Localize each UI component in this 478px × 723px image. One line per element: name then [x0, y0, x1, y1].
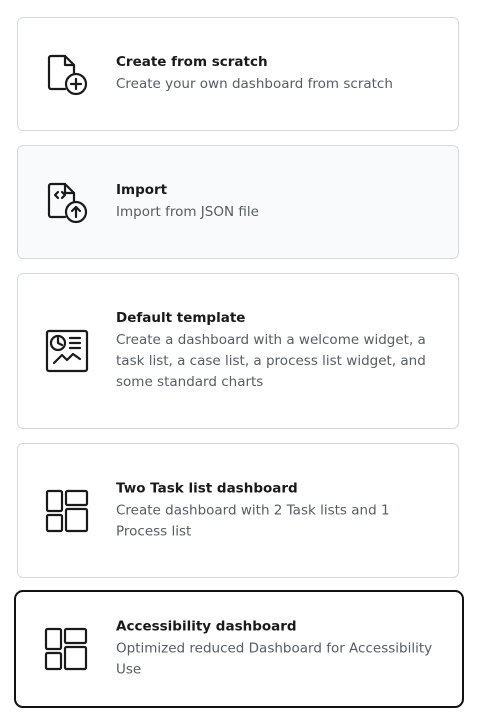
option-description: Optimized reduced Dashboard for Accessib… [116, 640, 433, 678]
option-two-task-list-dashboard[interactable]: Two Task list dashboard Create dashboard… [17, 443, 459, 578]
option-accessibility-dashboard[interactable]: Accessibility dashboard Optimized reduce… [14, 590, 464, 708]
option-title: Import [116, 182, 168, 198]
option-title: Default template [116, 310, 246, 326]
option-title: Create from scratch [116, 54, 268, 70]
file-plus-icon [45, 52, 89, 96]
analytics-board-icon [45, 329, 89, 373]
layout-grid-icon [45, 489, 89, 533]
option-import[interactable]: Import Import from JSON file [17, 145, 459, 259]
option-default-template[interactable]: Default template Create a dashboard with… [17, 273, 459, 429]
option-description: Create a dashboard with a welcome widget… [116, 332, 426, 390]
option-title: Two Task list dashboard [116, 480, 298, 496]
option-description: Import from JSON file [116, 204, 259, 220]
layout-grid-icon [44, 627, 88, 671]
option-create-from-scratch[interactable]: Create from scratch Create your own dash… [17, 17, 459, 131]
option-title: Accessibility dashboard [116, 618, 297, 635]
option-description: Create dashboard with 2 Task lists and 1… [116, 502, 390, 539]
file-code-upload-icon [45, 180, 89, 224]
option-description: Create your own dashboard from scratch [116, 76, 393, 92]
